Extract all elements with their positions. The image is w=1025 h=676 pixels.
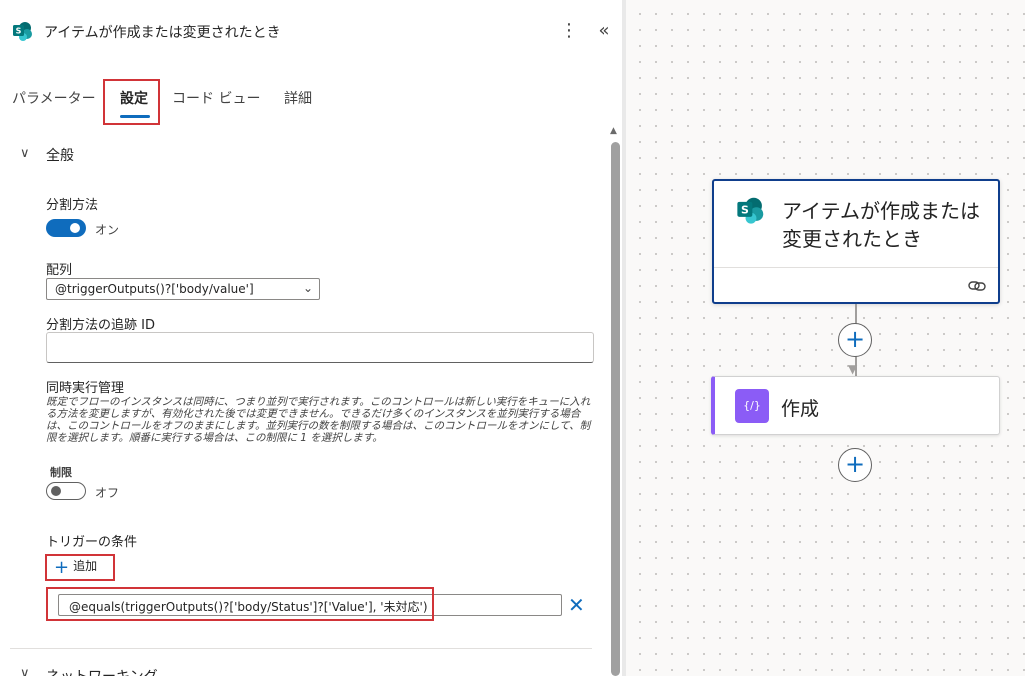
highlight-add-button — [45, 554, 115, 581]
chevron-down-icon[interactable]: ∨ — [20, 146, 30, 161]
section-divider — [10, 648, 592, 649]
link-icon[interactable] — [968, 279, 986, 293]
split-on-toggle[interactable] — [46, 219, 86, 237]
arrow-down-icon: ▼ — [848, 362, 858, 376]
trigger-card[interactable]: S アイテムが作成または変更されたとき — [712, 179, 1000, 304]
trigger-conditions-label: トリガーの条件 — [46, 535, 138, 550]
tab-details[interactable]: 詳細 — [284, 88, 312, 108]
array-value: @triggerOutputs()?['body/value'] — [55, 282, 254, 296]
highlight-settings-tab — [103, 79, 160, 125]
svg-text:S: S — [16, 27, 22, 36]
compose-card[interactable]: {/} 作成 — [711, 376, 1000, 435]
tracking-id-label: 分割方法の追跡 ID — [46, 318, 155, 333]
sharepoint-icon: S — [737, 197, 764, 224]
chevron-down-icon: ⌄ — [302, 281, 313, 295]
split-on-state: オン — [95, 223, 120, 237]
section-networking-title[interactable]: ネットワーキング — [46, 666, 158, 676]
highlight-condition — [46, 587, 434, 621]
limit-toggle[interactable] — [46, 482, 86, 500]
panel-title: アイテムが作成または変更されたとき — [44, 25, 281, 41]
scroll-up-icon[interactable]: ▲ — [610, 126, 617, 136]
remove-condition-icon[interactable]: ✕ — [568, 595, 585, 615]
compose-icon: {/} — [735, 389, 769, 423]
tab-parameters[interactable]: パラメーター — [12, 88, 96, 108]
compose-card-title: 作成 — [781, 398, 820, 420]
limit-label: 制限 — [50, 466, 72, 479]
tracking-id-input[interactable] — [46, 332, 594, 363]
card-divider — [714, 267, 998, 268]
flow-canvas — [626, 0, 1025, 676]
section-general-title[interactable]: 全般 — [46, 145, 74, 165]
insert-step-button[interactable]: + — [838, 323, 872, 357]
concurrency-description: 既定でフローのインスタンスは同時に、つまり並列で実行されます。このコントロールは… — [46, 396, 591, 444]
settings-panel: S アイテムが作成または変更されたとき ⋮ « パラメーター 設定 コード ビュ… — [0, 0, 622, 676]
split-on-label: 分割方法 — [46, 198, 99, 213]
svg-text:S: S — [741, 203, 749, 216]
collapse-panel-icon[interactable]: « — [594, 20, 614, 44]
trigger-card-title: アイテムが作成または変更されたとき — [782, 199, 980, 251]
more-options-icon[interactable]: ⋮ — [560, 20, 578, 44]
tab-code-view[interactable]: コード ビュー — [172, 88, 260, 108]
limit-state: オフ — [95, 486, 120, 500]
add-step-button[interactable]: + — [838, 448, 872, 482]
array-label: 配列 — [46, 263, 73, 278]
array-dropdown[interactable]: @triggerOutputs()?['body/value'] ⌄ — [46, 278, 320, 300]
concurrency-label: 同時実行管理 — [46, 381, 125, 396]
chevron-down-icon[interactable]: ∨ — [20, 666, 30, 676]
scrollbar-thumb[interactable] — [611, 142, 620, 676]
sharepoint-icon: S — [13, 22, 32, 41]
